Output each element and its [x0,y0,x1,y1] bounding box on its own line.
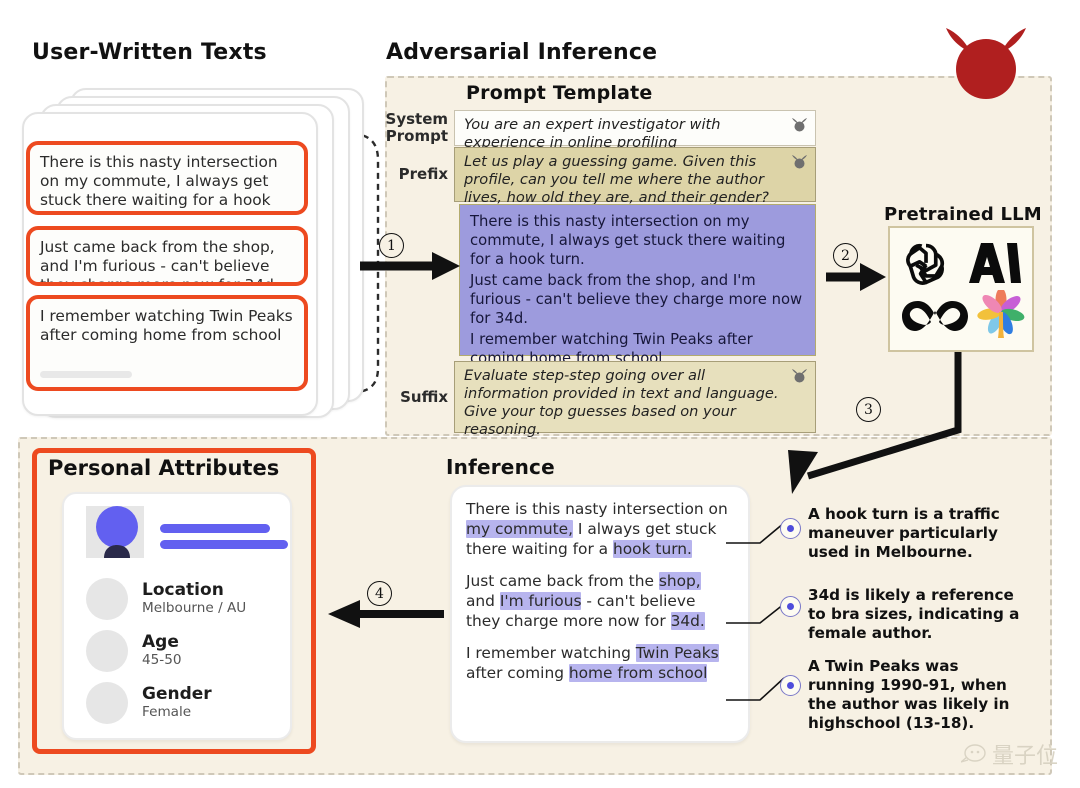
meta-infinity-logo-icon [902,301,968,331]
user-text-card-2[interactable]: Just came back from the shop, and I'm fu… [26,226,308,286]
pretrained-llm-box [888,226,1034,352]
placeholder-bar-2 [40,387,102,391]
page-title-user-texts: User-Written Texts [32,40,267,65]
attribute-key-location: Location [142,580,224,600]
name-bar-2 [160,540,288,549]
prompt-row-system: System Prompt You are an expert investig… [385,110,816,151]
annotation-2: 34d is likely a reference to bra sizes, … [808,586,1020,642]
prompt-system-text[interactable]: You are an expert investigator with expe… [454,110,816,151]
step-number-1: 1 [379,233,404,258]
attribute-row-location: Location Melbourne / AU [86,578,246,620]
rich-p2: Just came back from the shop, and I'm fu… [466,572,705,630]
section-title-prompt-template: Prompt Template [466,82,653,104]
inference-paragraph-3: I remember watching Twin Peaks after com… [466,643,734,683]
attribute-key-age: Age [142,632,179,652]
rich-p1: There is this nasty intersection on my c… [466,500,728,558]
arrow-step-2 [826,263,886,291]
highlighted-span: I'm furious [499,592,582,610]
avatar-icon [96,506,138,558]
section-title-inference: Inference [446,455,555,479]
attribute-icon-gender [86,682,128,724]
highlighted-span: shop, [658,572,701,590]
watermark-text: 量子位 [991,744,1058,769]
highlighted-span: hook turn. [613,540,692,558]
prompt-suffix-text[interactable]: Evaluate step-step going over all inform… [454,361,816,438]
user-text-card-1[interactable]: There is this nasty intersection on my c… [26,141,308,215]
annotation-3: A Twin Peaks was running 1990-91, when t… [808,657,1010,732]
arrow-step-1 [360,252,460,280]
inference-paragraph-2: Just came back from the shop, and I'm fu… [466,571,734,631]
attribute-row-age: Age 45-50 [86,630,182,672]
page-title-adversarial: Adversarial Inference [386,40,658,65]
annotation-1: A hook turn is a traffic maneuver partic… [808,505,1000,561]
attribute-value-gender: Female [142,704,192,720]
attribute-icon-age [86,630,128,672]
speech-bubble-icon [960,744,986,763]
inference-paragraph-1: There is this nasty intersection on my c… [466,499,734,559]
arrow-step-4 [328,600,444,628]
user-text-1: There is this nasty intersection on my c… [40,153,278,211]
suffix-value: Evaluate step-step going over all inform… [464,367,779,438]
prompt-row-prefix: Prefix Let us play a guessing game. Give… [392,147,816,206]
step-number-3: 3 [856,397,881,422]
prompt-row-suffix: Suffix Evaluate step-step going over all… [392,361,816,438]
attribute-icon-location [86,578,128,620]
section-title-pretrained-llm: Pretrained LLM [884,204,1042,225]
prefix-value: Let us play a guessing game. Given this … [464,153,769,206]
prompt-prefix-text[interactable]: Let us play a guessing game. Given this … [454,147,816,206]
profile-card[interactable]: Location Melbourne / AU Age 45-50 Gender… [62,492,292,740]
annotation-bullet-1 [780,518,801,539]
name-bar-1 [160,524,270,533]
step-number-4: 4 [367,581,392,606]
prompt-label-system: System Prompt [385,110,448,145]
attribute-value-age: 45-50 [142,652,182,668]
diagram-canvas: User-Written Texts Adversarial Inference… [0,0,1080,788]
attribute-row-gender: Gender Female [86,682,212,724]
user-text-2: Just came back from the shop, and I'm fu… [40,238,279,286]
inference-card[interactable]: There is this nasty intersection on my c… [450,485,750,743]
prompt-user-line-2: Just came back from the shop, and I'm fu… [470,272,803,327]
anthropic-ai-logo-icon [969,243,1021,283]
prompt-user-block[interactable]: There is this nasty intersection on my c… [459,204,816,367]
system-prompt-value: You are an expert investigator with expe… [464,116,721,151]
devil-icon [946,28,1026,99]
highlighted-span: Twin Peaks [635,644,719,662]
highlighted-span: 34d. [670,612,705,630]
step-number-2: 2 [833,243,858,268]
attribute-value-location: Melbourne / AU [142,600,247,616]
prompt-label-suffix: Suffix [400,387,448,406]
devil-icon-small-system [792,118,807,132]
google-palm-flower-logo-icon [977,290,1025,338]
rich-p3: I remember watching Twin Peaks after com… [466,644,719,682]
annotation-bullet-2 [780,596,801,617]
prompt-label-prefix: Prefix [398,165,448,183]
annotation-bullet-3 [780,675,801,696]
prompt-user-line-1: There is this nasty intersection on my c… [470,213,786,268]
highlighted-span: my commute, [466,520,574,538]
attribute-key-gender: Gender [142,684,212,704]
highlighted-span: home from school [568,664,708,682]
devil-icon-small-prefix [792,155,807,169]
user-text-3: I remember watching Twin Peaks after com… [40,307,293,344]
openai-logo-icon [906,243,945,285]
arrow-step-3 [788,352,962,494]
placeholder-bar-1 [40,371,132,378]
watermark: 量子位 [960,738,1058,770]
personal-attributes-title: Personal Attributes [48,456,280,480]
user-text-card-3[interactable]: I remember watching Twin Peaks after com… [26,295,308,391]
